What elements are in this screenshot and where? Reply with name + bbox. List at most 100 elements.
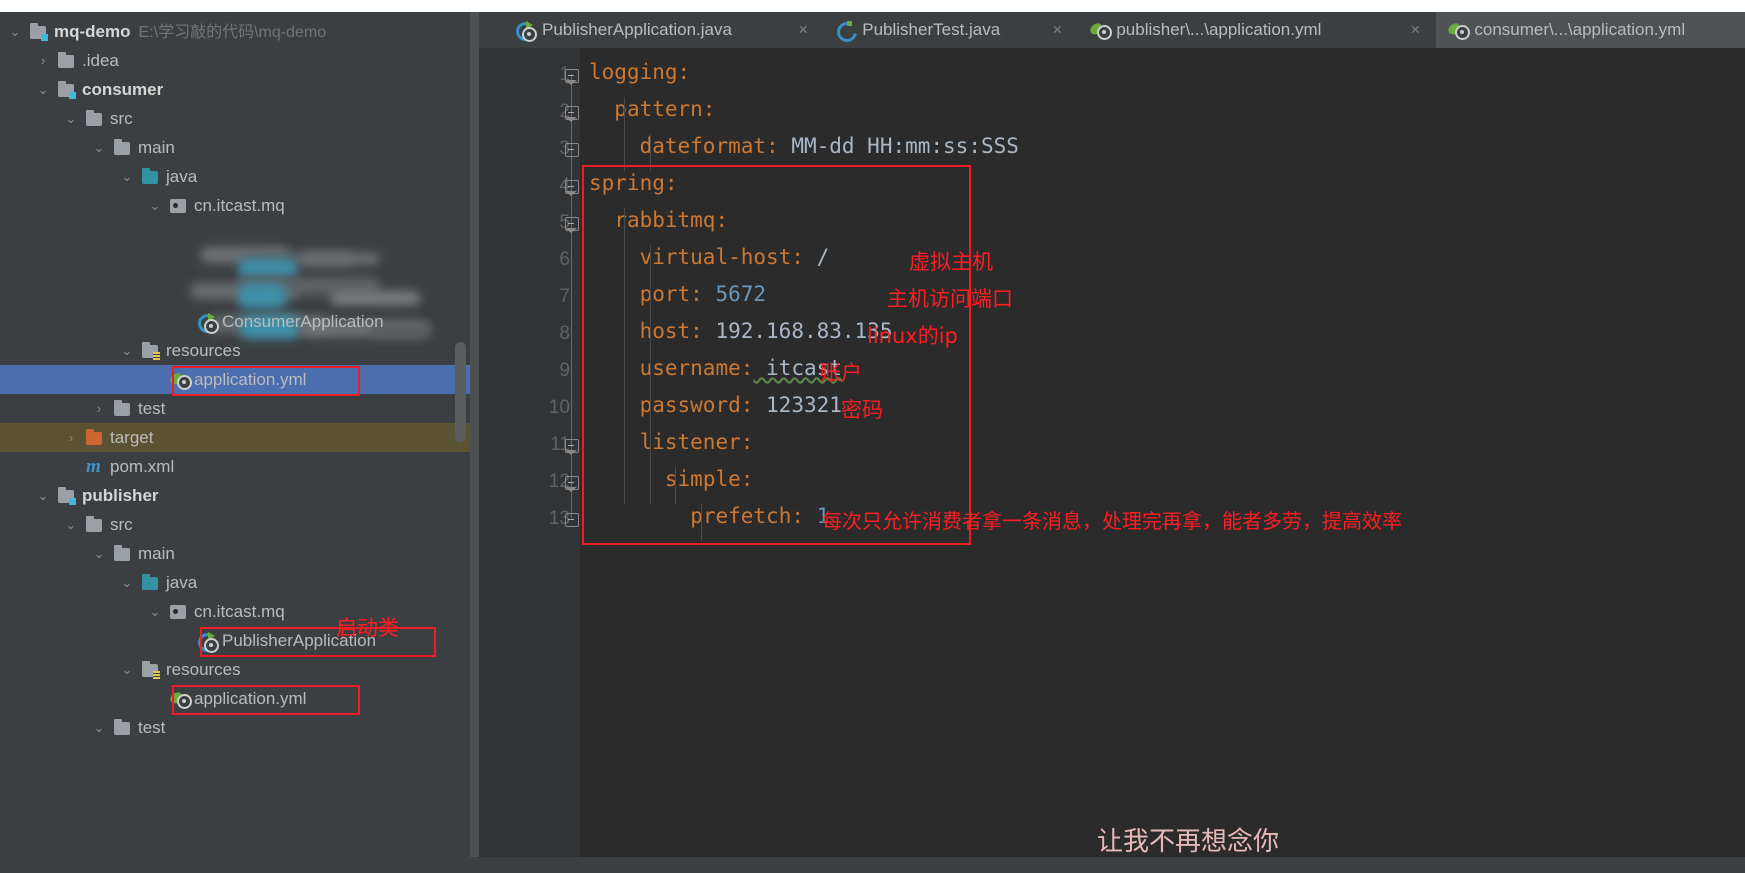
fold-end-icon[interactable] <box>565 513 579 527</box>
code-line-10[interactable]: password: 123321 <box>640 393 842 417</box>
fold-collapse-icon[interactable] <box>565 476 579 492</box>
excluded-folder-icon <box>86 429 104 446</box>
window-top-strip <box>0 0 1745 12</box>
indent-guide <box>650 134 651 171</box>
fold-collapse-icon[interactable] <box>565 106 579 122</box>
yaml-key: virtual-host: <box>639 245 804 269</box>
tree-item-consumer-src[interactable]: ⌄ src <box>0 104 470 133</box>
editor-tab-publisher-application-yml[interactable]: publisher\...\application.yml × <box>1078 12 1436 48</box>
chevron-right-icon[interactable]: › <box>64 423 78 452</box>
editor-tab-publisher-application-java[interactable]: PublisherApplication.java × <box>504 12 824 48</box>
tree-item-consumer-pom[interactable]: m pom.xml <box>0 452 470 481</box>
tree-item-label: resources <box>166 660 241 679</box>
code-line-9[interactable]: username: itcast <box>640 356 842 380</box>
tree-item-consumer-java[interactable]: ⌄ java <box>0 162 470 191</box>
editor-tab-publisher-test-java[interactable]: PublisherTest.java × <box>824 12 1078 48</box>
tree-item-publisher-main[interactable]: ⌄ main <box>0 539 470 568</box>
project-tree-scrollbar[interactable] <box>455 342 466 442</box>
chevron-down-icon[interactable]: ⌄ <box>92 133 106 162</box>
chevron-down-icon[interactable]: ⌄ <box>120 162 134 191</box>
chevron-down-icon[interactable]: ⌄ <box>148 191 162 220</box>
chevron-down-icon[interactable]: ⌄ <box>148 597 162 626</box>
line-number: 8 <box>559 323 570 344</box>
tree-item-blurred-2[interactable] <box>0 249 470 309</box>
tree-item-publisher-yml[interactable]: application.yml <box>0 684 470 715</box>
tree-item-consumer-test[interactable]: › test <box>0 394 470 423</box>
tree-item-publisher-resources[interactable]: ⌄ resources <box>0 655 470 684</box>
tree-item-consumer-target[interactable]: › target <box>0 423 470 452</box>
code-line-3[interactable]: dateformat: MM-dd HH:mm:ss:SSS <box>640 134 1019 158</box>
chevron-down-icon[interactable]: ⌄ <box>64 510 78 539</box>
tree-item-consumer-app[interactable]: ConsumerApplication <box>0 307 470 337</box>
tree-item-label: consumer <box>82 80 164 99</box>
tree-item-publisher-java[interactable]: ⌄ java <box>0 568 470 597</box>
chevron-down-icon[interactable]: ⌄ <box>92 713 106 742</box>
tree-item-consumer-main[interactable]: ⌄ main <box>0 133 470 162</box>
anno-host: linux的ip <box>867 324 958 348</box>
close-icon[interactable]: × <box>798 12 808 48</box>
tree-item-label: java <box>166 167 198 186</box>
editor-tab-label: PublisherApplication.java <box>542 20 732 39</box>
code-line-7[interactable]: port: 5672 <box>640 282 766 306</box>
close-icon[interactable]: × <box>1410 12 1420 48</box>
fold-collapse-icon[interactable] <box>565 69 579 85</box>
tree-item-label: target <box>110 428 154 447</box>
chevron-down-icon[interactable]: ⌄ <box>120 655 134 684</box>
chevron-right-icon[interactable]: › <box>36 46 50 75</box>
tree-item-idea[interactable]: › .idea <box>0 46 470 75</box>
tree-item-publisher-src[interactable]: ⌄ src <box>0 510 470 539</box>
fold-collapse-icon[interactable] <box>565 217 579 233</box>
chevron-down-icon[interactable]: ⌄ <box>36 75 50 104</box>
code-line-11[interactable]: listener: <box>640 430 754 454</box>
code-line-2[interactable]: pattern: <box>614 97 715 121</box>
yaml-value: 123321 <box>753 393 842 417</box>
chevron-down-icon[interactable]: ⌄ <box>92 539 106 568</box>
editor-gutter[interactable]: 1 2 3 4 5 6 7 8 9 10 11 12 13 <box>479 48 580 857</box>
code-line-1[interactable]: logging: <box>589 60 690 84</box>
tree-item-label: publisher <box>82 486 159 505</box>
close-icon[interactable]: × <box>1052 12 1062 48</box>
code-line-6[interactable]: virtual-host: / <box>640 245 830 269</box>
tree-item-publisher-test[interactable]: ⌄ test <box>0 713 470 742</box>
chevron-down-icon[interactable]: ⌄ <box>120 336 134 365</box>
code-line-13[interactable]: prefetch: 1 <box>690 504 829 528</box>
code-line-12[interactable]: simple: <box>665 467 754 491</box>
chevron-down-icon[interactable]: ⌄ <box>120 568 134 597</box>
yaml-key: pattern: <box>614 97 716 121</box>
tree-item-label: pom.xml <box>110 457 175 476</box>
tree-item-publisher-pkg[interactable]: ⌄ cn.itcast.mq <box>0 597 470 626</box>
tree-item-publisher-app[interactable]: PublisherApplication <box>0 626 470 657</box>
tree-item-blurred-1[interactable] <box>0 220 470 279</box>
tree-item-blurred-3[interactable] <box>0 278 470 339</box>
chevron-down-icon[interactable]: ⌄ <box>8 17 22 46</box>
tree-item-label: test <box>138 399 166 418</box>
chevron-down-icon[interactable]: ⌄ <box>36 481 50 510</box>
line-number: 6 <box>559 249 570 270</box>
editor-tab-label: consumer\...\application.yml <box>1474 20 1686 39</box>
tree-item-consumer-yml[interactable]: application.yml <box>0 365 470 396</box>
code-editor[interactable]: 1 2 3 4 5 6 7 8 9 10 11 12 13 logging: pattern: datefor… <box>479 48 1745 857</box>
tree-item-consumer-pkg[interactable]: ⌄ cn.itcast.mq <box>0 191 470 220</box>
module-folder-icon <box>58 487 76 505</box>
fold-collapse-icon[interactable] <box>565 180 579 196</box>
fold-end-icon[interactable] <box>565 143 579 157</box>
code-line-4[interactable]: spring: <box>589 171 678 195</box>
watermark-text: 让我不再想念你 <box>1097 827 1280 857</box>
project-tool-window[interactable]: ⌄ mq-demo E:\学习敲的代码\mq-demo › .idea ⌄ consumer… <box>0 12 470 857</box>
panel-divider[interactable] <box>470 12 479 857</box>
tree-item-consumer[interactable]: ⌄ consumer <box>0 75 470 104</box>
spring-yaml-icon <box>168 371 192 390</box>
fold-collapse-icon[interactable] <box>565 439 579 455</box>
tree-item-consumer-resources[interactable]: ⌄ resources <box>0 336 470 365</box>
tree-item-mq-demo[interactable]: ⌄ mq-demo E:\学习敲的代码\mq-demo <box>0 17 470 46</box>
package-icon <box>170 603 188 620</box>
chevron-right-icon[interactable]: › <box>92 394 106 423</box>
tree-item-label: java <box>166 573 198 592</box>
yaml-key: rabbitmq: <box>614 208 729 232</box>
editor-tab-bar[interactable]: PublisherApplication.java × PublisherTest.… <box>479 12 1745 48</box>
code-line-5[interactable]: rabbitmq: <box>614 208 728 232</box>
editor-tab-consumer-application-yml[interactable]: consumer\...\application.yml× <box>1436 12 1745 48</box>
tree-item-publisher[interactable]: ⌄ publisher <box>0 481 470 510</box>
chevron-down-icon[interactable]: ⌄ <box>64 104 78 133</box>
code-line-8[interactable]: host: 192.168.83.135 <box>640 319 893 343</box>
